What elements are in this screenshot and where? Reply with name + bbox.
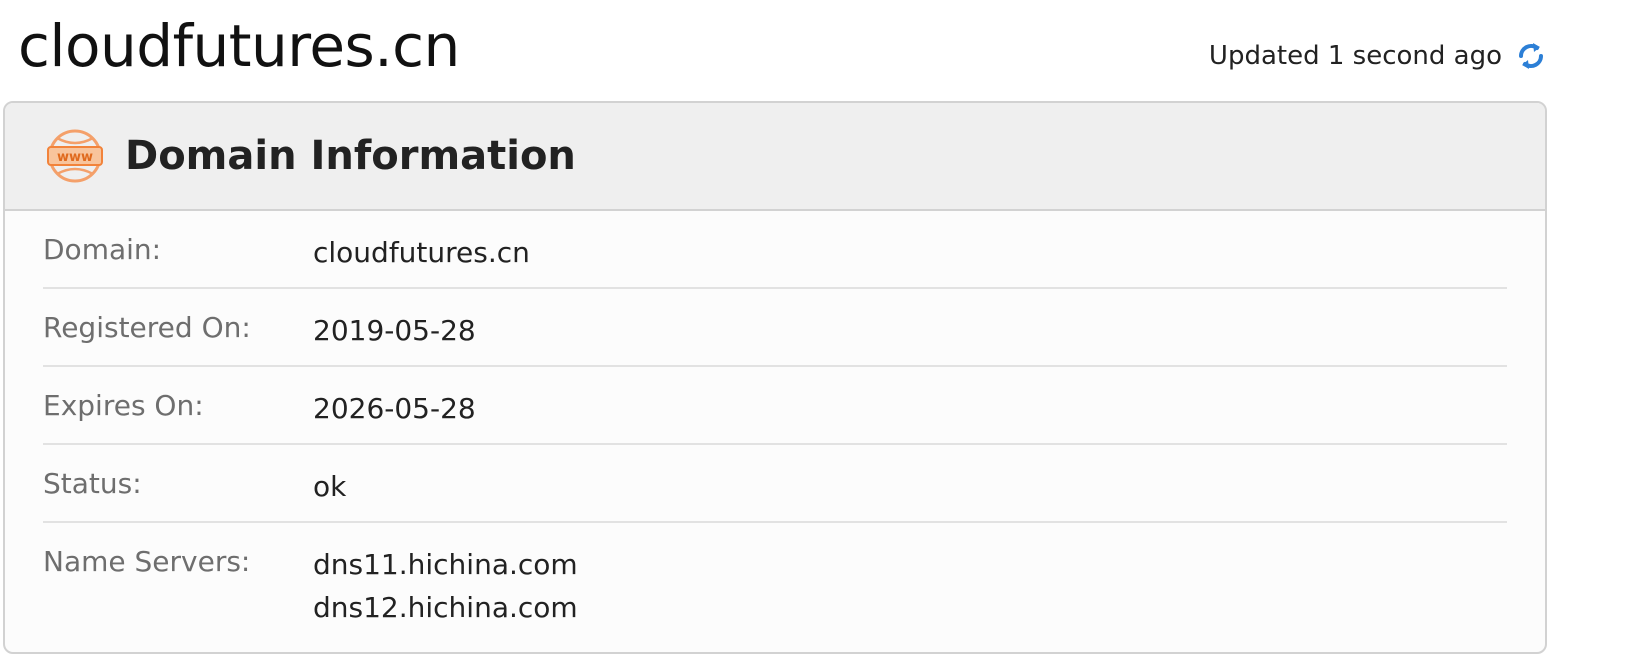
info-rows: Domain: cloudfutures.cn Registered On: 2…	[43, 211, 1507, 629]
row-label: Expires On:	[43, 389, 204, 422]
row-label: Registered On:	[43, 311, 251, 344]
row-value: cloudfutures.cn	[313, 236, 530, 269]
card-header: www Domain Information	[5, 103, 1545, 211]
row-name-servers: Name Servers: dns11.hichina.com dns12.hi…	[43, 523, 1507, 629]
refresh-icon	[1519, 43, 1543, 69]
row-registered-on: Registered On: 2019-05-28	[43, 289, 1507, 367]
refresh-button[interactable]	[1514, 39, 1548, 73]
row-value: 2026-05-28	[313, 392, 476, 425]
page-title: cloudfutures.cn	[18, 12, 460, 80]
row-domain: Domain: cloudfutures.cn	[43, 211, 1507, 289]
www-globe-icon: www	[47, 129, 103, 183]
updated-text: Updated 1 second ago	[1208, 41, 1502, 71]
name-server: dns12.hichina.com	[313, 591, 578, 624]
name-server: dns11.hichina.com	[313, 548, 578, 581]
row-value: 2019-05-28	[313, 314, 476, 347]
row-label: Domain:	[43, 233, 162, 266]
row-value: ok	[313, 470, 347, 503]
row-label: Name Servers:	[43, 545, 251, 578]
row-label: Status:	[43, 467, 142, 500]
name-servers-list: dns11.hichina.com dns12.hichina.com	[313, 523, 578, 629]
domain-info-card: www Domain Information Domain: cloudfutu…	[3, 101, 1547, 654]
card-title: Domain Information	[125, 133, 576, 179]
svg-text:www: www	[57, 150, 93, 165]
updated-status: Updated 1 second ago	[1209, 38, 1548, 74]
page: cloudfutures.cn Updated 1 second ago www…	[0, 0, 1632, 662]
row-expires-on: Expires On: 2026-05-28	[43, 367, 1507, 445]
row-status: Status: ok	[43, 445, 1507, 523]
